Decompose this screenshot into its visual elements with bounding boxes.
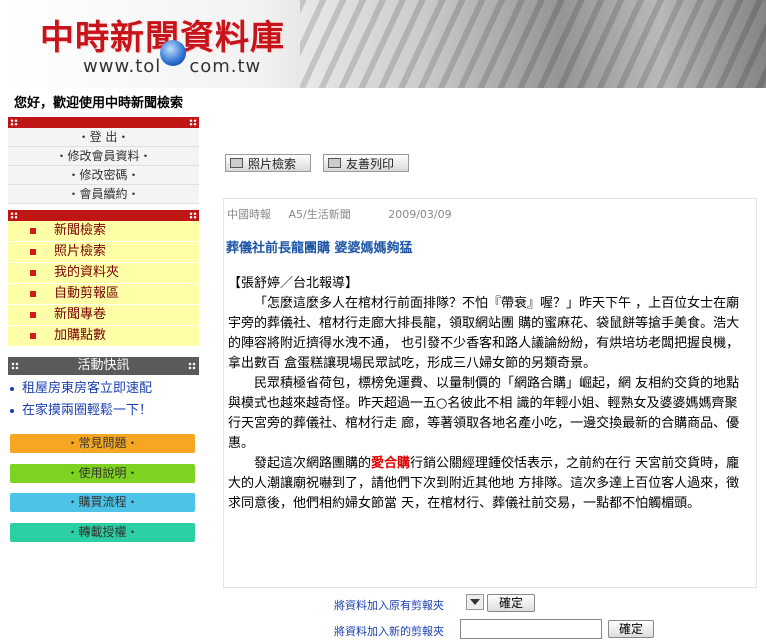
article-date: 2009/03/09 [388,208,452,221]
print-button[interactable]: 友善列印 [323,154,409,172]
nav-label: 照片檢索 [54,244,107,259]
nav-news-topics[interactable]: 新聞專卷 [8,305,199,326]
photo-search-button[interactable]: 照片檢索 [225,154,311,172]
member-menu: ・登 出・ ・修改會員資料・ ・修改密碼・ ・會員續約・ [8,117,199,204]
print-label: 友善列印 [346,157,395,171]
header-photo-banner [300,0,766,88]
nav-auto-clipping[interactable]: 自動剪報區 [8,284,199,305]
site-header: 中時新聞資料庫 www.tol com.tw [0,0,766,88]
events-header: 活動快訊 [8,357,199,375]
user-guide-button[interactable]: ・使用說明・ [10,464,195,483]
article-paragraph: 民眾積極省荷包，標榜免運費、以量制價的「網路合購」崛起，網 友相約交貨的地點與模… [228,376,740,451]
bullet-icon [30,291,36,297]
confirm-new-button[interactable]: 確定 [608,620,654,638]
site-url-prefix: www.tol [83,56,162,77]
nav-label: 加購點數 [54,328,107,343]
reprint-license-button[interactable]: ・轉載授權・ [10,523,195,542]
article-paragraph: 發起這次網路團購的愛合購行銷公關經理鍾佼恬表示，之前約在行 天宮前交貨時，龐大的… [228,454,750,514]
photo-search-label: 照片檢索 [248,157,297,171]
event-link[interactable]: 租屋房東房客立即速配 [8,378,199,400]
bullet-icon [30,228,36,234]
chevron-down-icon [470,599,480,605]
folder-select[interactable] [466,594,484,610]
faq-button[interactable]: ・常見問題・ [10,434,195,453]
event-link-label: 在家摸兩圈輕鬆一下！ [22,403,153,418]
main-nav-header [8,210,199,221]
nav-label: 新聞專卷 [54,307,107,322]
nav-label: 自動剪報區 [54,286,120,301]
article-paragraph: 「怎麼這麼多人在棺材行前面排隊？不怕『帶衰』喔？」昨天下午 ，上百位女士在廟宇旁… [228,296,740,371]
paragraph-text: 發起這次網路團購的 [254,456,372,471]
nav-buy-points[interactable]: 加購點數 [8,326,199,347]
article-body: 【張舒婷／台北報導】 「怎麼這麼多人在棺材行前面排隊？不怕『帶衰』喔？」昨天下午… [228,274,750,514]
purchase-flow-button[interactable]: ・購買流程・ [10,493,195,512]
change-password-link[interactable]: ・修改密碼・ [8,166,199,185]
printer-icon [328,158,341,168]
article-source: 中國時報 [227,208,271,221]
highlight-keyword: 愛合購 [371,456,411,471]
edit-profile-link[interactable]: ・修改會員資料・ [8,147,199,166]
bullet-icon [10,409,14,413]
event-link-label: 租屋房東房客立即速配 [22,381,153,396]
camera-icon [230,158,243,168]
bullet-icon [30,249,36,255]
nav-my-folder[interactable]: 我的資料夾 [8,263,199,284]
events-title: 活動快訊 [77,358,130,373]
bullet-icon [30,312,36,318]
bullet-icon [30,270,36,276]
article-meta: 中國時報 A5/生活新聞 2009/03/09 [227,206,466,222]
article-byline: 【張舒婷／台北報導】 [228,276,359,291]
bullet-icon [10,387,14,391]
events-panel: 活動快訊 租屋房東房客立即速配 在家摸兩圈輕鬆一下！ [8,357,199,422]
renew-membership-link[interactable]: ・會員續約・ [8,185,199,204]
nav-label: 我的資料夾 [54,265,120,280]
nav-photo-search[interactable]: 照片檢索 [8,242,199,263]
article-headline: 葬儀社前長龍團購 婆婆媽媽夠猛 [226,241,413,256]
site-url-suffix: com.tw [189,56,262,77]
article-section: A5/生活新聞 [288,208,351,221]
bullet-icon [30,333,36,339]
site-url: www.tol com.tw [83,56,261,77]
welcome-message: 您好，歡迎使用中時新聞檢索 [14,96,184,111]
add-new-clip-label: 將資料加入新的剪報夾 [334,625,444,638]
member-menu-header [8,117,199,128]
logout-link[interactable]: ・登 出・ [8,128,199,147]
article: 中國時報 A5/生活新聞 2009/03/09 葬儀社前長龍團購 婆婆媽媽夠猛 … [223,198,757,588]
main-nav: 新聞檢索 照片檢索 我的資料夾 自動剪報區 新聞專卷 加購點數 [8,210,199,347]
confirm-existing-button[interactable]: 確定 [487,594,535,612]
add-existing-clip-label: 將資料加入原有剪報夾 [334,599,444,612]
new-folder-input[interactable] [460,619,602,639]
nav-news-search[interactable]: 新聞檢索 [8,221,199,242]
nav-label: 新聞檢索 [54,223,107,238]
event-link[interactable]: 在家摸兩圈輕鬆一下！ [8,400,199,422]
